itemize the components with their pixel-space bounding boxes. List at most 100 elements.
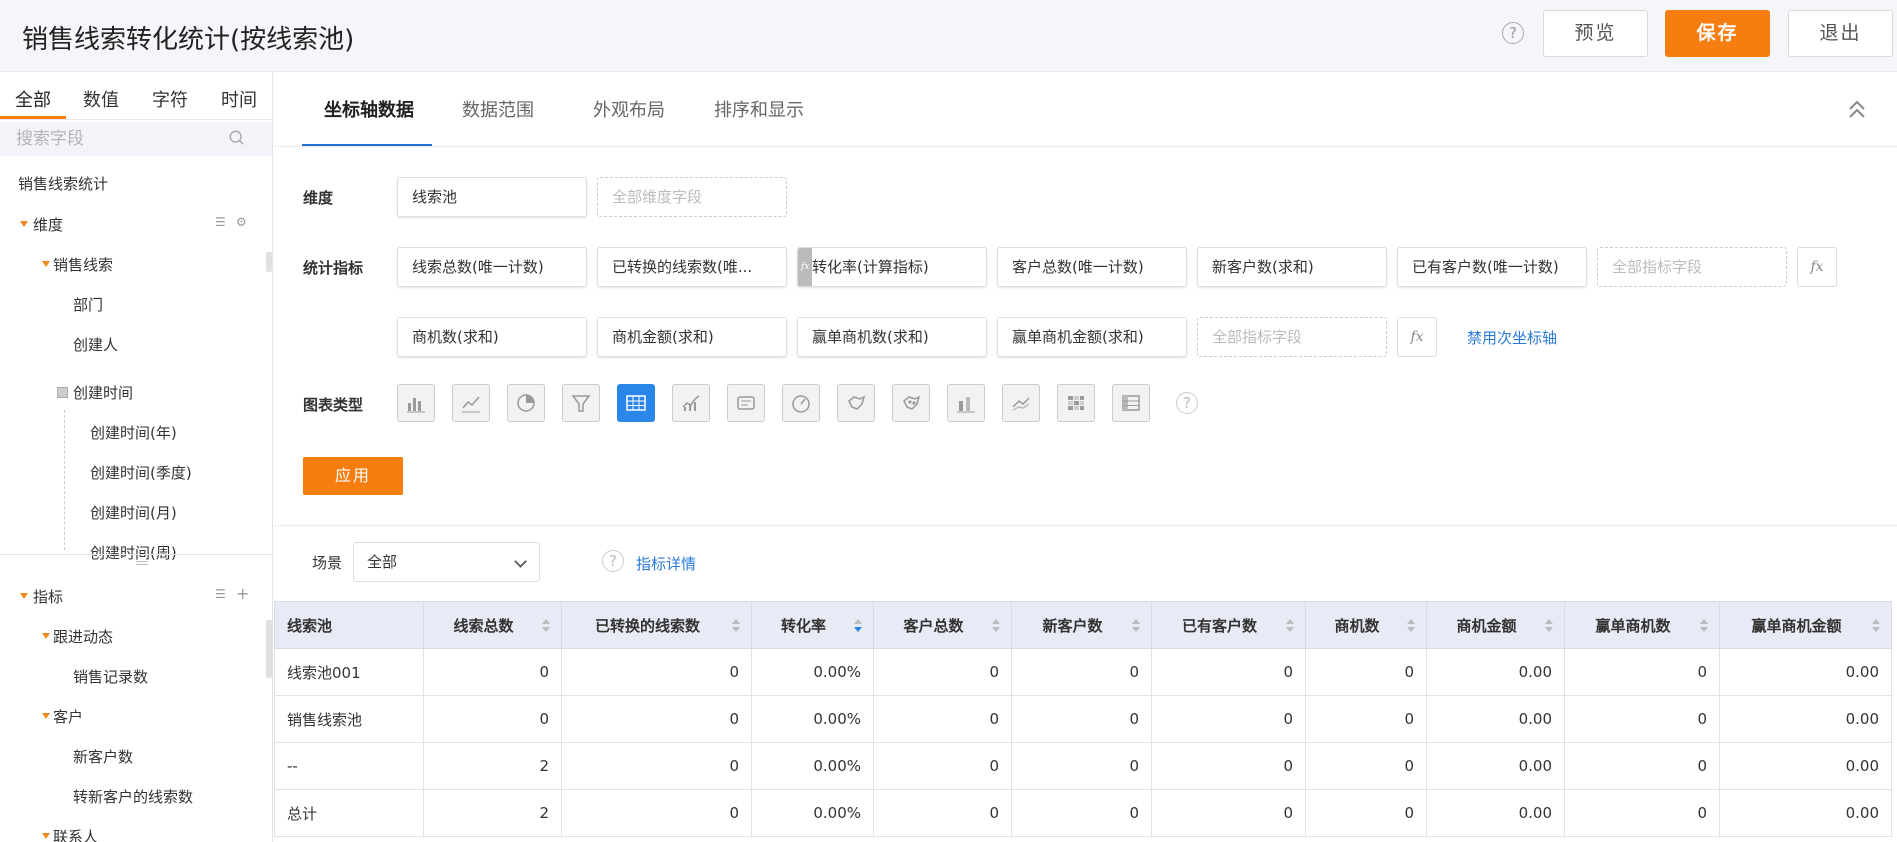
tab-sort-display[interactable]: 排序和显示 [714, 96, 804, 122]
search-input[interactable] [16, 127, 216, 151]
tab-data-range[interactable]: 数据范围 [462, 96, 534, 122]
exit-button[interactable]: 退出 [1788, 10, 1893, 57]
column-header[interactable]: 客户总数 [873, 601, 1012, 649]
metric-field[interactable]: 线索总数(唯一计数) [397, 247, 587, 287]
tab-appearance[interactable]: 外观布局 [593, 96, 665, 122]
sort-icon[interactable] [1544, 619, 1554, 633]
metric-dropzone[interactable]: 全部指标字段 [1597, 247, 1787, 287]
formula-button[interactable]: fx [1797, 247, 1837, 287]
tree-time-group[interactable]: 创建时间 [73, 382, 133, 403]
search-icon[interactable] [228, 129, 246, 147]
heatmap-icon[interactable] [1057, 384, 1095, 422]
tree-root[interactable]: 销售线索统计 [18, 173, 108, 194]
tree-dimension[interactable]: 维度 [33, 214, 63, 235]
tree-metric-group[interactable]: 客户 [53, 706, 83, 727]
metric-scrollbar[interactable] [266, 620, 272, 678]
column-header[interactable]: 已有客户数 [1151, 601, 1306, 649]
collapse-up-icon[interactable] [1848, 100, 1866, 120]
dual-line-icon[interactable] [1002, 384, 1040, 422]
metric-field[interactable]: 赢单商机金额(求和) [997, 317, 1187, 357]
area-chart-icon[interactable] [672, 384, 710, 422]
sort-icon[interactable] [1699, 619, 1709, 633]
caret-down-icon[interactable] [42, 713, 50, 719]
metric-field[interactable]: 已有客户数(唯一计数) [1397, 247, 1587, 287]
column-header[interactable]: 新客户数 [1011, 601, 1152, 649]
scatter-map-icon[interactable] [892, 384, 930, 422]
collapse-box-icon[interactable] [57, 387, 68, 398]
tree-item-department[interactable]: 部门 [73, 294, 103, 315]
sort-icon[interactable] [1406, 619, 1416, 633]
sort-icon[interactable] [541, 619, 551, 633]
tree-metric-group[interactable]: 跟进动态 [53, 626, 113, 647]
column-header[interactable]: 商机数 [1305, 601, 1427, 649]
column-header[interactable]: 已转换的线索数 [561, 601, 752, 649]
metric-field-calculated[interactable]: fx 转化率(计算指标) [797, 247, 987, 287]
preview-button[interactable]: 预览 [1543, 10, 1648, 57]
caret-down-icon[interactable] [20, 593, 28, 599]
tree-metric-group[interactable]: 联系人 [53, 826, 98, 842]
caret-down-icon[interactable] [42, 261, 50, 267]
caret-down-icon[interactable] [42, 833, 50, 839]
metric-field[interactable]: 商机数(求和) [397, 317, 587, 357]
gear-icon[interactable]: ⚙ [236, 215, 247, 229]
metric-field[interactable]: 已转换的线索数(唯... [597, 247, 787, 287]
tree-item-new-customers[interactable]: 新客户数 [73, 746, 133, 767]
pivot-table-icon[interactable] [1112, 384, 1150, 422]
formula-button[interactable]: fx [1397, 317, 1437, 357]
tree-metric[interactable]: 指标 [33, 586, 63, 607]
chart-help-icon[interactable]: ? [1176, 392, 1198, 414]
card-chart-icon[interactable] [727, 384, 765, 422]
caret-down-icon[interactable] [20, 221, 28, 227]
sort-tool-icon[interactable]: ☰ [215, 215, 226, 229]
metric-dropzone[interactable]: 全部指标字段 [1197, 317, 1387, 357]
dimension-scrollbar[interactable] [266, 252, 272, 272]
sort-icon[interactable] [731, 619, 741, 633]
dimension-field[interactable]: 线索池 [397, 177, 587, 217]
help-icon[interactable]: ? [1502, 22, 1524, 44]
tree-dim-group[interactable]: 销售线索 [53, 254, 113, 275]
tree-item-quarter[interactable]: 创建时间(季度) [90, 462, 192, 483]
column-header[interactable]: 赢单商机数 [1564, 601, 1720, 649]
funnel-chart-icon[interactable] [562, 384, 600, 422]
dimension-dropzone[interactable]: 全部维度字段 [597, 177, 787, 217]
scene-select[interactable]: 全部 [353, 542, 540, 582]
column-header[interactable]: 线索总数 [423, 601, 562, 649]
gauge-chart-icon[interactable] [782, 384, 820, 422]
metric-help-icon[interactable]: ? [602, 550, 624, 572]
metric-field[interactable]: 赢单商机数(求和) [797, 317, 987, 357]
add-icon[interactable]: + [236, 584, 249, 603]
sort-icon[interactable] [1285, 619, 1295, 633]
tree-item-creator[interactable]: 创建人 [73, 334, 118, 355]
column-header[interactable]: 线索池 [274, 601, 424, 649]
save-button[interactable]: 保存 [1665, 10, 1770, 57]
tree-item-sales-records[interactable]: 销售记录数 [73, 666, 148, 687]
tab-time[interactable]: 时间 [221, 86, 257, 112]
column-header[interactable]: 赢单商机金额 [1719, 601, 1892, 649]
apply-button[interactable]: 应用 [303, 457, 403, 495]
sort-desc-icon[interactable] [853, 619, 863, 633]
tree-item-week[interactable]: 创建时间(周) [90, 542, 177, 563]
map-chart-icon[interactable] [837, 384, 875, 422]
column-header[interactable]: 转化率 [751, 601, 874, 649]
sort-icon[interactable] [991, 619, 1001, 633]
sort-tool-icon[interactable]: ☰ [215, 587, 226, 601]
metric-field[interactable]: 商机金额(求和) [597, 317, 787, 357]
metric-detail-link[interactable]: 指标详情 [636, 553, 696, 574]
caret-down-icon[interactable] [42, 633, 50, 639]
panel-resize-handle[interactable] [136, 561, 148, 565]
bar-chart-icon[interactable] [397, 384, 435, 422]
metric-field[interactable]: 客户总数(唯一计数) [997, 247, 1187, 287]
tree-item-month[interactable]: 创建时间(月) [90, 502, 177, 523]
tab-numeric[interactable]: 数值 [83, 86, 119, 112]
tree-item-year[interactable]: 创建时间(年) [90, 422, 177, 443]
tab-axis-data[interactable]: 坐标轴数据 [324, 96, 414, 122]
metric-field[interactable]: 新客户数(求和) [1197, 247, 1387, 287]
stacked-bar-icon[interactable] [947, 384, 985, 422]
table-chart-icon[interactable] [617, 384, 655, 422]
sort-icon[interactable] [1131, 619, 1141, 633]
disable-secondary-axis-link[interactable]: 禁用次坐标轴 [1467, 327, 1557, 348]
pie-chart-icon[interactable] [507, 384, 545, 422]
tab-string[interactable]: 字符 [152, 86, 188, 112]
tab-all[interactable]: 全部 [15, 86, 51, 112]
line-chart-icon[interactable] [452, 384, 490, 422]
